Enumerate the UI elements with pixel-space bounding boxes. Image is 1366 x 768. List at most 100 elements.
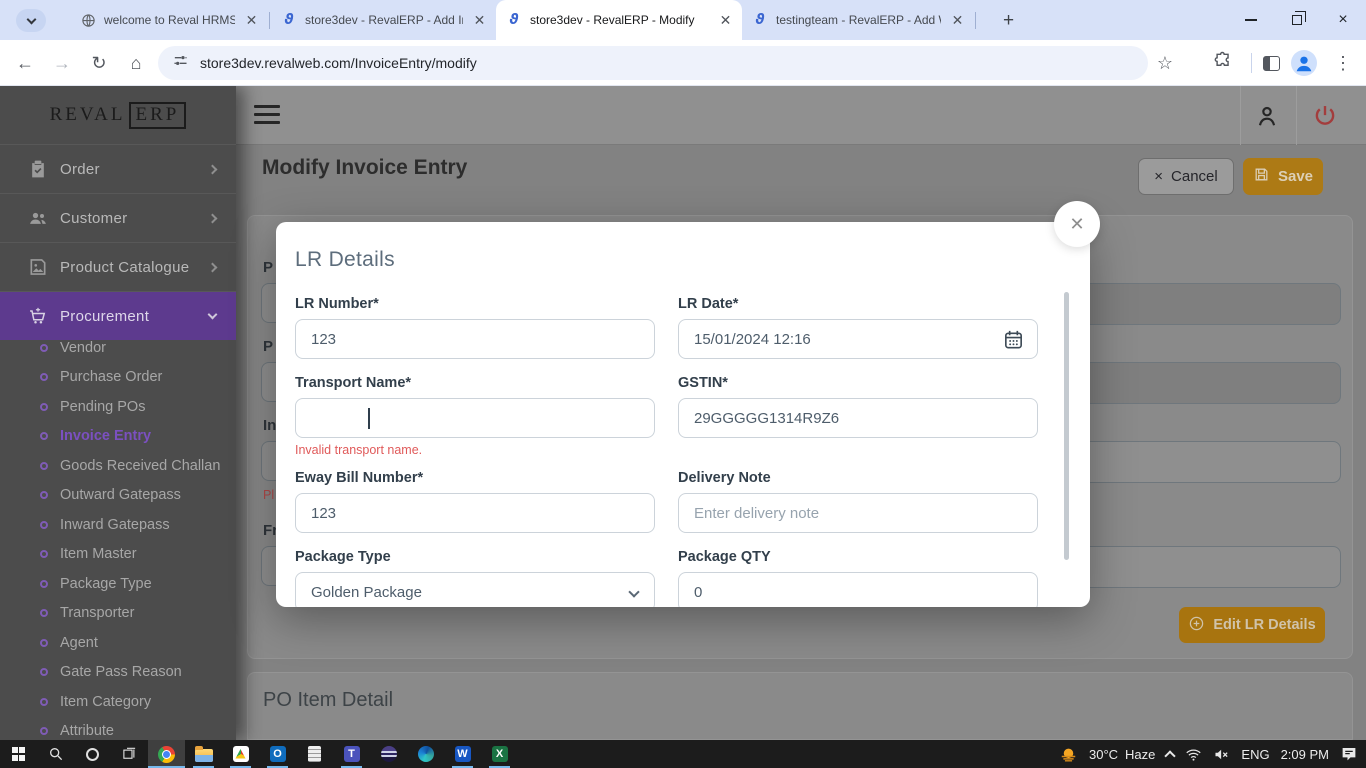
taskbar-start-button[interactable] bbox=[0, 740, 37, 768]
bullet-circle-icon bbox=[40, 521, 48, 529]
clock[interactable]: 2:09 PM bbox=[1281, 747, 1329, 762]
taskbar-word-icon[interactable]: W bbox=[444, 740, 481, 768]
notification-center-icon[interactable] bbox=[1340, 745, 1358, 763]
taskbar-weather-condition[interactable]: Haze bbox=[1125, 747, 1155, 762]
sidebar-item-label: Customer bbox=[60, 210, 197, 227]
lr-date-input[interactable]: 15/01/2024 12:16 bbox=[678, 319, 1038, 359]
taskbar-chrome-icon[interactable] bbox=[148, 740, 185, 768]
back-button[interactable]: ← bbox=[10, 48, 40, 78]
tray-expand-icon[interactable] bbox=[1165, 750, 1176, 761]
cancel-button[interactable]: × Cancel bbox=[1138, 158, 1234, 195]
sidebar-subitem-invoice-entry[interactable]: Invoice Entry bbox=[0, 422, 236, 452]
taskbar-cortana-icon[interactable] bbox=[74, 740, 111, 768]
bullet-circle-icon bbox=[40, 491, 48, 499]
tab-title: welcome to Reval HRMS bbox=[104, 13, 235, 27]
modal-close-button[interactable]: ✕ bbox=[1054, 201, 1100, 247]
taskbar-temperature[interactable]: 30°C bbox=[1089, 747, 1118, 762]
sidebar-subitem-attribute[interactable]: Attribute bbox=[0, 717, 236, 741]
taskbar-search-icon[interactable] bbox=[37, 740, 74, 768]
lr-date-label: LR Date* bbox=[678, 296, 1038, 315]
sidebar-subitem-transporter[interactable]: Transporter bbox=[0, 599, 236, 629]
browser-tab-4[interactable]: ϑtestingteam - RevalERP - Add W✕ bbox=[742, 0, 974, 40]
volume-muted-icon[interactable] bbox=[1213, 746, 1230, 763]
transport-name-input[interactable] bbox=[295, 398, 655, 438]
home-button[interactable]: ⌂ bbox=[121, 48, 151, 78]
taskbar-excel-icon[interactable]: X bbox=[481, 740, 518, 768]
gstin-input[interactable]: 29GGGGG1314R9Z6 bbox=[678, 398, 1038, 438]
sidebar-item-product-catalogue[interactable]: Product Catalogue bbox=[0, 242, 236, 291]
taskbar-edge-icon[interactable] bbox=[407, 740, 444, 768]
bg-form-input[interactable] bbox=[1061, 441, 1341, 483]
package-type-select[interactable]: Golden Package bbox=[295, 572, 655, 607]
sidebar-subitem-item-category[interactable]: Item Category bbox=[0, 687, 236, 717]
sidebar-item-customer[interactable]: Customer bbox=[0, 193, 236, 242]
profile-avatar[interactable] bbox=[1291, 50, 1317, 76]
subitem-label: Inward Gatepass bbox=[60, 517, 170, 533]
clipboard-icon bbox=[28, 159, 48, 179]
calendar-icon[interactable] bbox=[1002, 328, 1025, 351]
bookmark-star-icon[interactable]: ☆ bbox=[1150, 48, 1180, 78]
sidebar-subitem-vendor[interactable]: Vendor bbox=[0, 333, 236, 363]
sidebar-subitem-outward-gatepass[interactable]: Outward Gatepass bbox=[0, 481, 236, 511]
power-icon[interactable] bbox=[1312, 103, 1338, 129]
reload-button[interactable]: ↻ bbox=[84, 48, 114, 78]
extensions-icon[interactable] bbox=[1213, 51, 1232, 75]
browser-tab-3[interactable]: ϑstore3dev - RevalERP - Modify✕ bbox=[496, 0, 742, 40]
tab-close-icon[interactable]: ✕ bbox=[243, 12, 260, 29]
delivery-note-input[interactable]: Enter delivery note bbox=[678, 493, 1038, 533]
taskbar-notepad-icon[interactable] bbox=[296, 740, 333, 768]
sidebar-item-order[interactable]: Order bbox=[0, 144, 236, 193]
eway-bill-input[interactable]: 123 bbox=[295, 493, 655, 533]
bg-form-label: P bbox=[263, 338, 273, 355]
bg-form-input[interactable] bbox=[1061, 283, 1341, 325]
weather-haze-icon[interactable] bbox=[1059, 745, 1078, 764]
package-qty-field: Package QTY 0 bbox=[678, 549, 1038, 607]
url-text: store3dev.revalweb.com/InvoiceEntry/modi… bbox=[200, 55, 477, 71]
tab-close-icon[interactable]: ✕ bbox=[949, 12, 966, 29]
sidebar-subitem-package-type[interactable]: Package Type bbox=[0, 569, 236, 599]
close-window-button[interactable]: × bbox=[1320, 0, 1366, 40]
browser-menu-icon[interactable]: ⋮ bbox=[1328, 48, 1358, 78]
wifi-icon[interactable] bbox=[1185, 746, 1202, 763]
site-info-icon[interactable] bbox=[172, 52, 189, 74]
forward-button[interactable]: → bbox=[47, 48, 77, 78]
taskbar-file-explorer-icon[interactable] bbox=[185, 740, 222, 768]
modal-scrollbar[interactable] bbox=[1064, 292, 1069, 560]
sidebar-subitem-purchase-order[interactable]: Purchase Order bbox=[0, 363, 236, 393]
save-button[interactable]: Save bbox=[1243, 158, 1323, 195]
sidebar-subitem-item-master[interactable]: Item Master bbox=[0, 540, 236, 570]
bg-form-input[interactable] bbox=[1061, 362, 1341, 404]
logo-text: Reval bbox=[50, 104, 126, 126]
topbar-divider bbox=[1240, 86, 1241, 145]
package-qty-value: 0 bbox=[694, 584, 702, 601]
sidebar-subitem-inward-gatepass[interactable]: Inward Gatepass bbox=[0, 510, 236, 540]
lr-number-input[interactable]: 123 bbox=[295, 319, 655, 359]
sidebar-subitem-agent[interactable]: Agent bbox=[0, 628, 236, 658]
tab-close-icon[interactable]: ✕ bbox=[717, 12, 734, 29]
browser-tab-1[interactable]: welcome to Reval HRMS ✕ bbox=[70, 0, 268, 40]
address-bar[interactable]: store3dev.revalweb.com/InvoiceEntry/modi… bbox=[158, 46, 1148, 80]
language-indicator[interactable]: ENG bbox=[1241, 747, 1269, 762]
restore-button[interactable] bbox=[1274, 0, 1320, 40]
edit-lr-details-button[interactable]: Edit LR Details bbox=[1179, 607, 1325, 643]
package-type-field: Package Type Golden Package bbox=[295, 549, 655, 607]
sidebar-subitem-pending-pos[interactable]: Pending POs bbox=[0, 392, 236, 422]
taskbar-teams-icon[interactable]: T bbox=[333, 740, 370, 768]
new-tab-button[interactable]: + bbox=[995, 7, 1022, 34]
sidebar-subitem-goods-received-challan[interactable]: Goods Received Challan bbox=[0, 451, 236, 481]
side-panel-icon[interactable] bbox=[1263, 56, 1280, 71]
minimize-button[interactable] bbox=[1228, 0, 1274, 40]
bg-form-input[interactable] bbox=[1061, 546, 1341, 588]
user-icon[interactable] bbox=[1254, 103, 1280, 129]
taskbar-task-view-icon[interactable] bbox=[111, 740, 148, 768]
taskbar-outlook-icon[interactable]: O bbox=[259, 740, 296, 768]
tab-search-button[interactable] bbox=[16, 9, 46, 32]
taskbar-photos-icon[interactable] bbox=[222, 740, 259, 768]
browser-tab-2[interactable]: ϑstore3dev - RevalERP - Add Inv✕ bbox=[271, 0, 496, 40]
menu-icon[interactable] bbox=[254, 105, 280, 129]
tab-close-icon[interactable]: ✕ bbox=[471, 12, 488, 29]
tab-strip: welcome to Reval HRMS✕ϑstore3dev - Reval… bbox=[70, 0, 977, 40]
sidebar-subitem-gate-pass-reason[interactable]: Gate Pass Reason bbox=[0, 658, 236, 688]
taskbar-eclipse-icon[interactable] bbox=[370, 740, 407, 768]
package-qty-input[interactable]: 0 bbox=[678, 572, 1038, 607]
